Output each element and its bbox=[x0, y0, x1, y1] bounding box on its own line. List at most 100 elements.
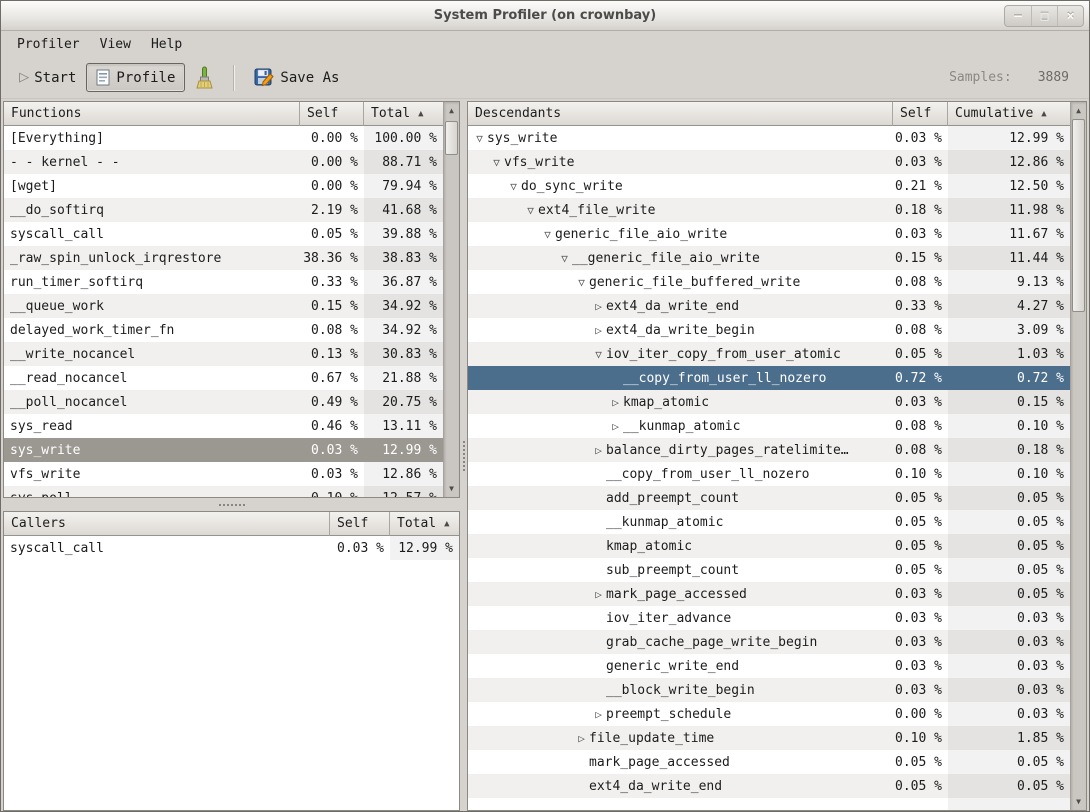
total-value: 0.10 % bbox=[948, 414, 1070, 438]
descendants-tree-row[interactable]: kmap_atomic0.05 %0.05 % bbox=[468, 534, 1070, 558]
descendants-tree-row[interactable]: iov_iter_advance0.03 %0.03 % bbox=[468, 606, 1070, 630]
scroll-up-icon[interactable]: ▲ bbox=[1071, 103, 1086, 118]
save-as-button[interactable]: Save As bbox=[244, 62, 349, 94]
descendants-tree-row[interactable]: ▷preempt_schedule0.00 %0.03 % bbox=[468, 702, 1070, 726]
minimize-icon[interactable]: ‒ bbox=[1005, 6, 1031, 26]
expander-open-icon[interactable]: ▽ bbox=[557, 252, 572, 265]
functions-column-header[interactable]: Functions bbox=[4, 102, 300, 126]
close-icon[interactable]: × bbox=[1057, 6, 1083, 26]
self-column-header[interactable]: Self bbox=[300, 102, 364, 126]
expander-closed-icon[interactable]: ▷ bbox=[591, 324, 606, 337]
descendants-tree-row[interactable]: ▷ext4_da_write_begin0.08 %3.09 % bbox=[468, 318, 1070, 342]
expander-closed-icon[interactable]: ▷ bbox=[591, 708, 606, 721]
expander-open-icon[interactable]: ▽ bbox=[574, 276, 589, 289]
descendants-tree-row[interactable]: ▽generic_file_aio_write0.03 %11.67 % bbox=[468, 222, 1070, 246]
descendants-tree-row[interactable]: add_preempt_count0.05 %0.05 % bbox=[468, 486, 1070, 510]
functions-header: Functions Self Total ▲ bbox=[4, 102, 443, 126]
descendants-tree-row[interactable]: ▷file_update_time0.10 %1.85 % bbox=[468, 726, 1070, 750]
functions-table-row[interactable]: __do_softirq2.19 %41.68 % bbox=[4, 198, 443, 222]
callers-table-row[interactable]: syscall_call0.03 %12.99 % bbox=[4, 536, 459, 560]
descendants-tree-row[interactable]: ▽do_sync_write0.21 %12.50 % bbox=[468, 174, 1070, 198]
expander-open-icon[interactable]: ▽ bbox=[506, 180, 521, 193]
descendants-column-header[interactable]: Descendants bbox=[468, 102, 893, 126]
functions-scrollbar-thumb[interactable] bbox=[445, 121, 458, 155]
self-value: 0.00 % bbox=[893, 702, 948, 726]
functions-table-row[interactable]: [wget]0.00 %79.94 % bbox=[4, 174, 443, 198]
functions-table-row[interactable]: run_timer_softirq0.33 %36.87 % bbox=[4, 270, 443, 294]
descendants-tree-row[interactable] bbox=[468, 798, 1070, 810]
functions-table-row[interactable]: __poll_nocancel0.49 %20.75 % bbox=[4, 390, 443, 414]
functions-table-row[interactable]: vfs_write0.03 %12.86 % bbox=[4, 462, 443, 486]
menu-help[interactable]: Help bbox=[141, 34, 192, 55]
expander-open-icon[interactable]: ▽ bbox=[472, 132, 487, 145]
descendants-tree-row[interactable]: grab_cache_page_write_begin0.03 %0.03 % bbox=[468, 630, 1070, 654]
expander-open-icon[interactable]: ▽ bbox=[523, 204, 538, 217]
menu-profiler[interactable]: Profiler bbox=[7, 34, 90, 55]
callers-column-header[interactable]: Callers bbox=[4, 512, 330, 536]
profile-button[interactable]: Profile bbox=[86, 63, 185, 92]
self-column-header[interactable]: Self bbox=[893, 102, 948, 126]
total-value: 0.03 % bbox=[948, 702, 1070, 726]
functions-table-row[interactable]: __queue_work0.15 %34.92 % bbox=[4, 294, 443, 318]
functions-table-row[interactable]: - - kernel - -0.00 %88.71 % bbox=[4, 150, 443, 174]
functions-table-row[interactable]: sys_read0.46 %13.11 % bbox=[4, 414, 443, 438]
horizontal-splitter-handle[interactable] bbox=[3, 498, 460, 511]
self-column-header[interactable]: Self bbox=[330, 512, 390, 536]
scroll-down-icon[interactable]: ▼ bbox=[444, 481, 459, 496]
descendants-tree-row[interactable]: ▽iov_iter_copy_from_user_atomic0.05 %1.0… bbox=[468, 342, 1070, 366]
expander-closed-icon[interactable]: ▷ bbox=[591, 300, 606, 313]
vertical-splitter-handle[interactable] bbox=[460, 101, 467, 811]
expander-closed-icon[interactable]: ▷ bbox=[591, 444, 606, 457]
function-name: sys_read bbox=[4, 414, 300, 438]
reset-button[interactable] bbox=[185, 60, 224, 96]
descendants-tree-row[interactable]: ▽vfs_write0.03 %12.86 % bbox=[468, 150, 1070, 174]
function-name: grab_cache_page_write_begin bbox=[468, 630, 893, 654]
start-button[interactable]: ▷ Start bbox=[9, 63, 86, 92]
descendants-tree-row[interactable]: generic_write_end0.03 %0.03 % bbox=[468, 654, 1070, 678]
expander-open-icon[interactable]: ▽ bbox=[591, 348, 606, 361]
functions-table-row[interactable]: delayed_work_timer_fn0.08 %34.92 % bbox=[4, 318, 443, 342]
descendants-tree-row[interactable]: __kunmap_atomic0.05 %0.05 % bbox=[468, 510, 1070, 534]
descendants-tree-row[interactable]: ▷mark_page_accessed0.03 %0.05 % bbox=[468, 582, 1070, 606]
descendants-tree-row[interactable]: ▷ext4_da_write_end0.33 %4.27 % bbox=[468, 294, 1070, 318]
title-bar[interactable]: System Profiler (on crownbay) ‒ □ × bbox=[1, 1, 1089, 31]
scroll-up-icon[interactable]: ▲ bbox=[444, 103, 459, 118]
descendants-scrollbar[interactable]: ▲ ▼ bbox=[1070, 102, 1086, 810]
descendants-tree-row[interactable]: ▽ext4_file_write0.18 %11.98 % bbox=[468, 198, 1070, 222]
descendants-tree-row[interactable]: ▷kmap_atomic0.03 %0.15 % bbox=[468, 390, 1070, 414]
descendants-tree-row[interactable]: ext4_da_write_end0.05 %0.05 % bbox=[468, 774, 1070, 798]
total-column-header[interactable]: Total ▲ bbox=[364, 102, 443, 126]
cumulative-column-header[interactable]: Cumulative ▲ bbox=[948, 102, 1070, 126]
expander-open-icon[interactable]: ▽ bbox=[489, 156, 504, 169]
functions-table-row[interactable]: _raw_spin_unlock_irqrestore38.36 %38.83 … bbox=[4, 246, 443, 270]
functions-table-row[interactable]: sys_poll0.10 %12.57 % bbox=[4, 486, 443, 497]
descendants-tree-row[interactable]: ▽sys_write0.03 %12.99 % bbox=[468, 126, 1070, 150]
descendants-tree-row[interactable]: __copy_from_user_ll_nozero0.10 %0.10 % bbox=[468, 462, 1070, 486]
scroll-down-icon[interactable]: ▼ bbox=[1071, 794, 1086, 809]
functions-table-row[interactable]: syscall_call0.05 %39.88 % bbox=[4, 222, 443, 246]
functions-table-row[interactable]: sys_write0.03 %12.99 % bbox=[4, 438, 443, 462]
descendants-tree-row[interactable]: ▽__generic_file_aio_write0.15 %11.44 % bbox=[468, 246, 1070, 270]
total-column-header[interactable]: Total ▲ bbox=[390, 512, 459, 536]
descendants-tree-row[interactable]: sub_preempt_count0.05 %0.05 % bbox=[468, 558, 1070, 582]
descendants-scrollbar-thumb[interactable] bbox=[1072, 119, 1085, 312]
descendants-tree-row[interactable]: __block_write_begin0.03 %0.03 % bbox=[468, 678, 1070, 702]
menu-view[interactable]: View bbox=[90, 34, 141, 55]
descendants-tree-row[interactable]: ▷balance_dirty_pages_ratelimite…0.08 %0.… bbox=[468, 438, 1070, 462]
descendants-tree-row[interactable]: __copy_from_user_ll_nozero0.72 %0.72 % bbox=[468, 366, 1070, 390]
function-name-label: generic_write_end bbox=[606, 659, 739, 674]
expander-closed-icon[interactable]: ▷ bbox=[591, 588, 606, 601]
expander-open-icon[interactable]: ▽ bbox=[540, 228, 555, 241]
maximize-icon[interactable]: □ bbox=[1031, 6, 1057, 26]
functions-table-row[interactable]: __write_nocancel0.13 %30.83 % bbox=[4, 342, 443, 366]
expander-closed-icon[interactable]: ▷ bbox=[608, 420, 623, 433]
functions-scrollbar[interactable]: ▲ ▼ bbox=[443, 102, 459, 497]
expander-closed-icon[interactable]: ▷ bbox=[608, 396, 623, 409]
function-name-label: __copy_from_user_ll_nozero bbox=[606, 467, 810, 482]
descendants-tree-row[interactable]: ▽generic_file_buffered_write0.08 %9.13 % bbox=[468, 270, 1070, 294]
functions-table-row[interactable]: __read_nocancel0.67 %21.88 % bbox=[4, 366, 443, 390]
functions-table-row[interactable]: [Everything]0.00 %100.00 % bbox=[4, 126, 443, 150]
descendants-tree-row[interactable]: ▷__kunmap_atomic0.08 %0.10 % bbox=[468, 414, 1070, 438]
descendants-tree-row[interactable]: mark_page_accessed0.05 %0.05 % bbox=[468, 750, 1070, 774]
expander-closed-icon[interactable]: ▷ bbox=[574, 732, 589, 745]
